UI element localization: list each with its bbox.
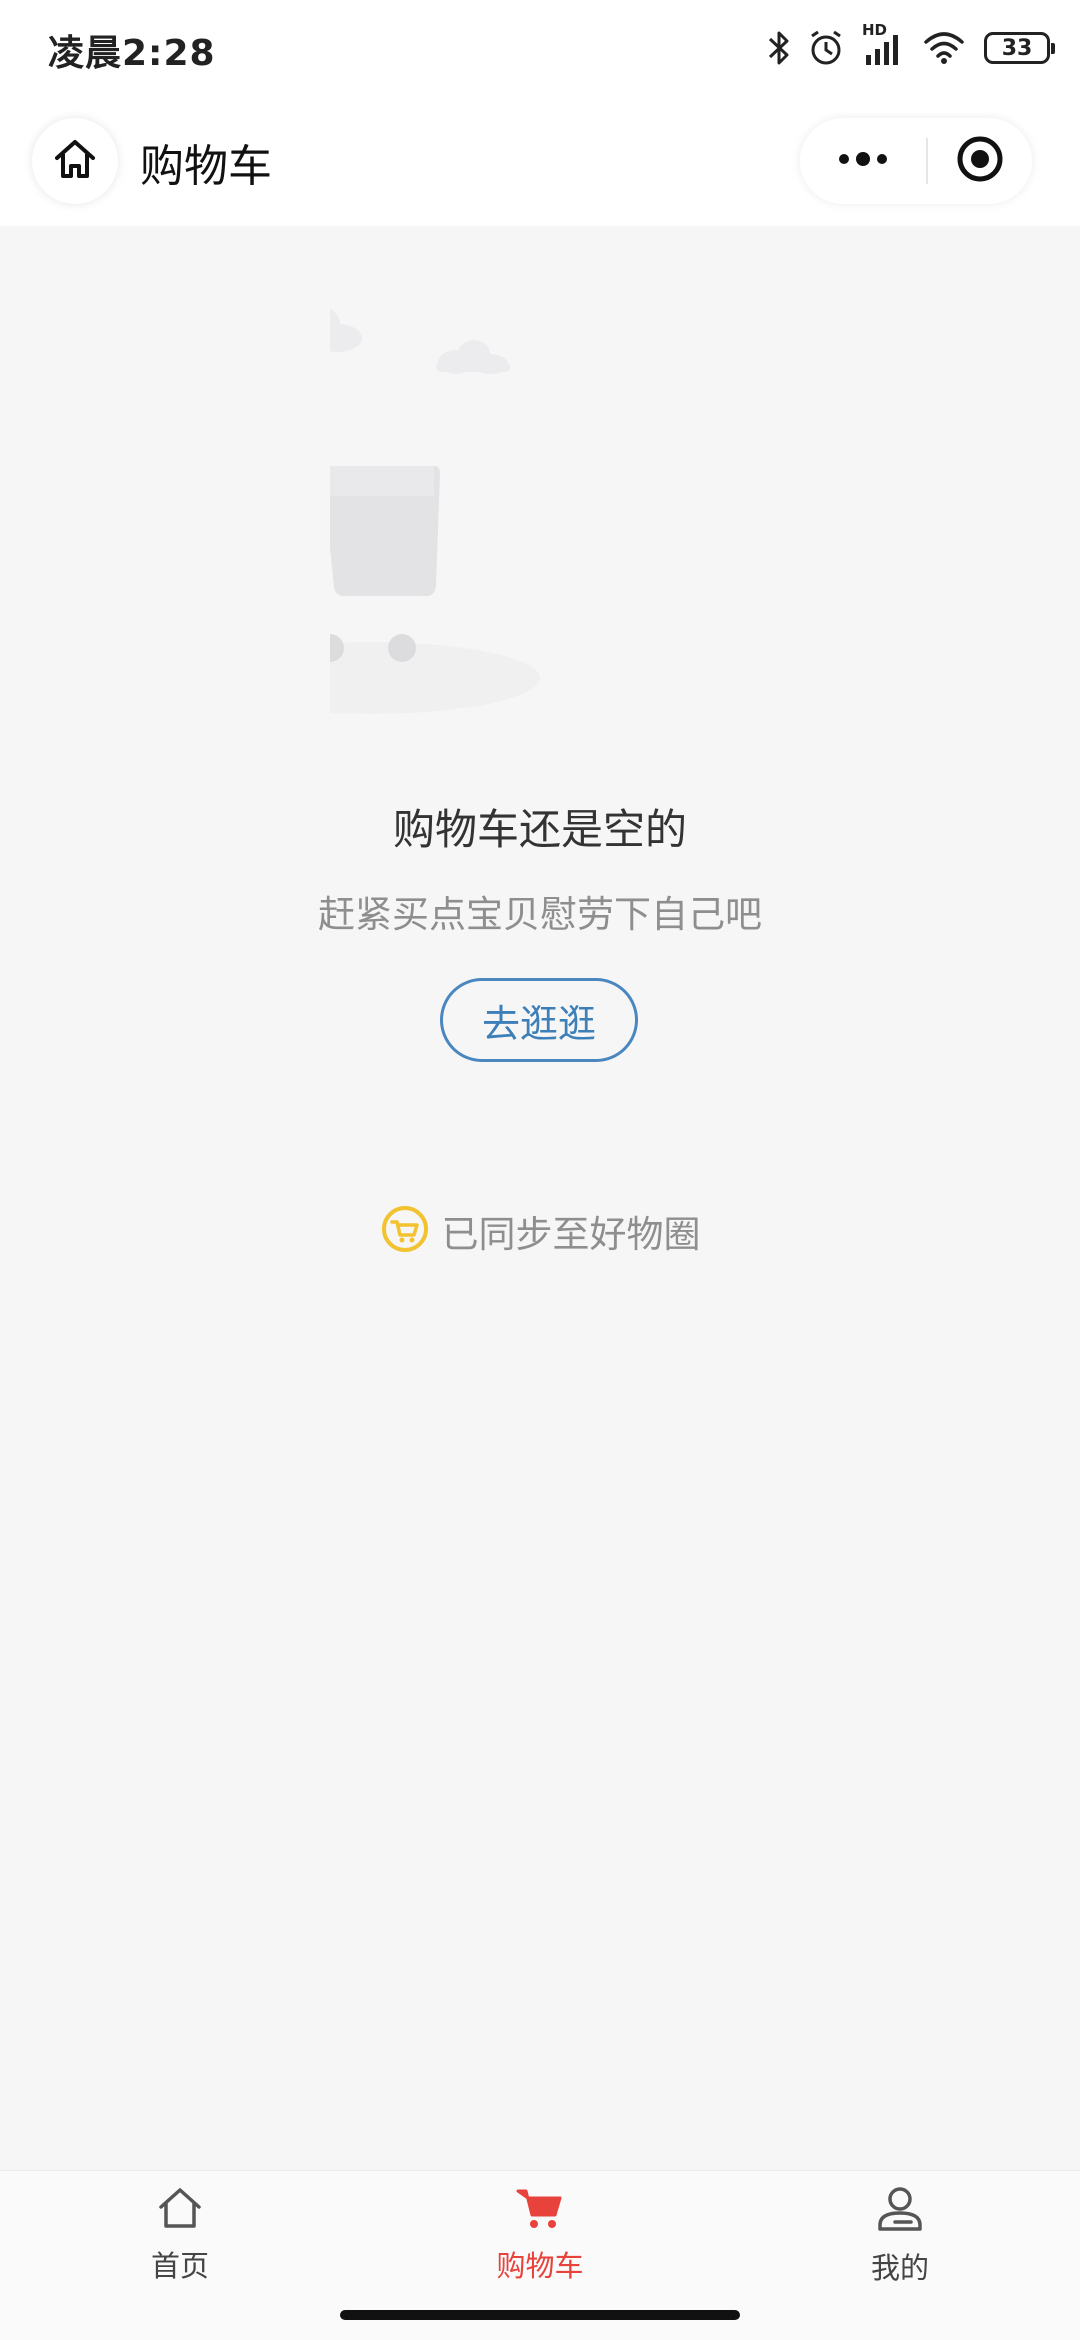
go-shopping-button[interactable]: 去逛逛 xyxy=(440,978,638,1062)
empty-title: 购物车还是空的 xyxy=(392,805,687,854)
empty-subtitle: 赶紧买点宝贝慰劳下自己吧 xyxy=(318,893,762,936)
tab-home[interactable]: 首页 xyxy=(80,2185,280,2305)
empty-cart-illustration xyxy=(200,296,750,716)
nav-bar: 购物车 xyxy=(0,100,1080,226)
sync-status[interactable]: 已同步至好物圈 xyxy=(0,1204,1080,1258)
close-button[interactable] xyxy=(928,118,1032,204)
tab-label-home: 首页 xyxy=(150,2249,209,2283)
tab-label-cart: 购物车 xyxy=(496,2249,584,2283)
home-indicator xyxy=(340,2310,740,2320)
alarm-icon xyxy=(808,29,844,67)
screen: 凌晨2:28 HD 33 购物车 购物车还是空的 赶紧买点宝贝慰劳下自己吧 去逛… xyxy=(0,0,1080,2340)
tab-cart[interactable]: 购物车 xyxy=(440,2185,640,2305)
mini-program-capsule xyxy=(800,118,1032,204)
signal-icon: HD xyxy=(862,21,904,67)
battery-icon: 33 xyxy=(984,32,1055,64)
cart-tab-icon xyxy=(515,2185,565,2235)
network-label: HD xyxy=(862,21,888,39)
status-time: 凌晨2:28 xyxy=(48,33,216,74)
status-bar: 凌晨2:28 HD 33 xyxy=(0,0,1080,100)
more-dots-icon xyxy=(836,151,890,171)
wifi-icon xyxy=(922,30,966,66)
cloud-icon xyxy=(268,306,362,352)
bluetooth-icon xyxy=(768,29,790,67)
sync-text: 已同步至好物圈 xyxy=(441,1213,701,1256)
home-tab-icon xyxy=(157,2185,203,2235)
status-icons: HD 33 xyxy=(768,21,1055,70)
user-tab-icon xyxy=(875,2185,925,2237)
haowuquan-icon xyxy=(380,1204,430,1258)
target-close-icon xyxy=(955,134,1005,188)
tab-mine[interactable]: 我的 xyxy=(800,2185,1000,2305)
more-button[interactable] xyxy=(800,118,926,204)
tab-label-mine: 我的 xyxy=(870,2251,929,2285)
battery-level: 33 xyxy=(1001,35,1033,61)
home-button[interactable] xyxy=(32,118,118,204)
home-icon xyxy=(53,138,97,184)
main-content: 购物车还是空的 赶紧买点宝贝慰劳下自己吧 去逛逛 已同步至好物圈 xyxy=(0,226,1080,2170)
page-title: 购物车 xyxy=(140,141,272,192)
